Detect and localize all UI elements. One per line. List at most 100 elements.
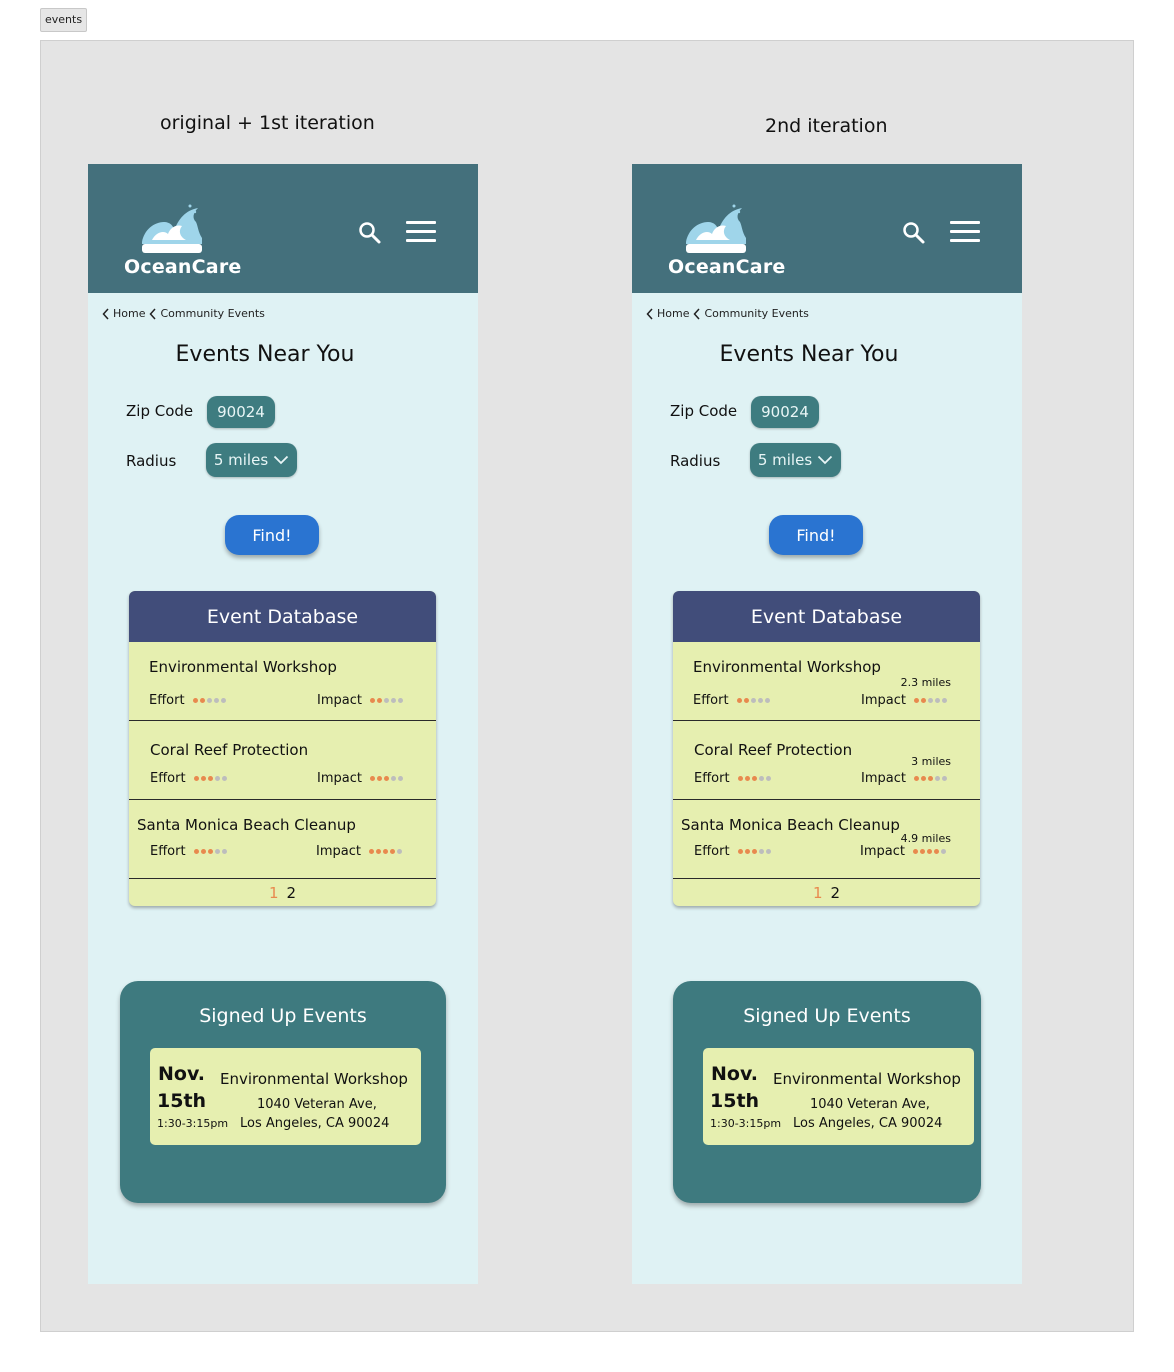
effort-rating: Effort bbox=[693, 693, 772, 708]
rating-dot-empty bbox=[396, 849, 402, 854]
rating-dot-filled bbox=[369, 698, 375, 703]
chevron-left-icon bbox=[693, 307, 701, 320]
rating-dot-filled bbox=[737, 776, 743, 781]
event-row[interactable]: Environmental Workshop 2.3 miles Effort … bbox=[673, 642, 980, 721]
rating-dot-empty bbox=[764, 698, 770, 703]
rating-dot-empty bbox=[927, 698, 933, 703]
event-name: Coral Reef Protection bbox=[694, 741, 853, 759]
hamburger-menu-icon[interactable] bbox=[950, 220, 982, 244]
event-database-title: Event Database bbox=[129, 591, 436, 642]
breadcrumb-home[interactable]: Home bbox=[113, 307, 145, 320]
effort-rating: Effort bbox=[149, 693, 228, 708]
impact-label: Impact bbox=[317, 771, 362, 786]
effort-label: Effort bbox=[693, 693, 729, 708]
column-title: 2nd iteration bbox=[765, 115, 888, 137]
event-name: Environmental Workshop bbox=[149, 658, 337, 676]
breadcrumb-community-events[interactable]: Community Events bbox=[704, 307, 808, 320]
effort-label: Effort bbox=[150, 771, 186, 786]
rating-dot-empty bbox=[390, 776, 396, 781]
signed-event-card[interactable]: Nov. 15th 1:30-3:15pm Environmental Work… bbox=[703, 1048, 974, 1145]
event-name: Environmental Workshop bbox=[220, 1070, 408, 1088]
rating-dot-filled bbox=[207, 776, 213, 781]
hamburger-menu-icon[interactable] bbox=[406, 220, 438, 244]
chevron-left-icon bbox=[646, 307, 653, 320]
impact-dots bbox=[913, 776, 949, 781]
event-name: Santa Monica Beach Cleanup bbox=[681, 816, 900, 834]
rating-dot-empty bbox=[765, 776, 771, 781]
zip-code-input[interactable]: 90024 bbox=[207, 396, 275, 428]
event-address-line1: 1040 Veteran Ave, bbox=[257, 1097, 377, 1112]
impact-label: Impact bbox=[861, 693, 906, 708]
rating-dot-empty bbox=[214, 849, 220, 854]
radius-dropdown[interactable]: 5 miles bbox=[750, 443, 841, 477]
event-time: 1:30-3:15pm bbox=[710, 1117, 782, 1130]
event-database-title: Event Database bbox=[673, 591, 980, 642]
event-row[interactable]: Coral Reef Protection Effort Impact bbox=[129, 721, 436, 800]
effort-label: Effort bbox=[694, 844, 730, 859]
event-address-line2: Los Angeles, CA 90024 bbox=[240, 1116, 390, 1131]
breadcrumb-home[interactable]: Home bbox=[657, 307, 689, 320]
event-row[interactable]: Environmental Workshop Effort Impact bbox=[129, 642, 436, 721]
event-database: Event Database Environmental Workshop 2.… bbox=[673, 591, 980, 906]
page-1-link[interactable]: 1 bbox=[813, 884, 823, 902]
effort-rating: Effort bbox=[150, 771, 229, 786]
impact-dots bbox=[913, 698, 949, 703]
impact-rating: Impact bbox=[316, 844, 404, 859]
find-button[interactable]: Find! bbox=[769, 515, 863, 555]
breadcrumb-community-events[interactable]: Community Events bbox=[160, 307, 264, 320]
search-icon[interactable] bbox=[358, 221, 382, 245]
rating-dot-empty bbox=[397, 698, 403, 703]
rating-dot-filled bbox=[743, 698, 749, 703]
page-2-link[interactable]: 2 bbox=[287, 884, 297, 902]
signed-event-card[interactable]: Nov. 15th 1:30-3:15pm Environmental Work… bbox=[150, 1048, 421, 1145]
impact-rating: Impact bbox=[861, 771, 949, 786]
rating-dot-filled bbox=[751, 776, 757, 781]
signed-up-events-title: Signed Up Events bbox=[743, 1005, 911, 1027]
rating-dot-filled bbox=[376, 776, 382, 781]
impact-rating: Impact bbox=[317, 771, 405, 786]
rating-dot-filled bbox=[368, 849, 374, 854]
rating-dot-empty bbox=[220, 698, 226, 703]
impact-dots bbox=[369, 776, 405, 781]
rating-dot-empty bbox=[934, 776, 940, 781]
rating-dot-empty bbox=[221, 849, 227, 854]
rating-dot-empty bbox=[206, 698, 212, 703]
column-title: original + 1st iteration bbox=[160, 112, 375, 134]
rating-dot-empty bbox=[758, 776, 764, 781]
rating-dot-filled bbox=[919, 849, 925, 854]
radius-dropdown[interactable]: 5 miles bbox=[206, 443, 297, 477]
breadcrumb: Home Community Events bbox=[644, 307, 811, 320]
signed-up-events-panel: Signed Up Events Nov. 15th 1:30-3:15pm E… bbox=[673, 981, 981, 1203]
rating-dot-filled bbox=[192, 698, 198, 703]
rating-dot-filled bbox=[920, 776, 926, 781]
event-row[interactable]: Santa Monica Beach Cleanup Effort Impact bbox=[129, 800, 436, 879]
search-icon[interactable] bbox=[902, 221, 926, 245]
brand-name: OceanCare bbox=[668, 256, 786, 278]
signed-up-events-panel: Signed Up Events Nov. 15th 1:30-3:15pm E… bbox=[120, 981, 446, 1203]
event-name: Coral Reef Protection bbox=[150, 741, 309, 759]
rating-dot-empty bbox=[757, 698, 763, 703]
breadcrumb: Home Community Events bbox=[100, 307, 267, 320]
rating-dot-filled bbox=[737, 849, 743, 854]
radius-value: 5 miles bbox=[213, 451, 269, 469]
rating-dot-filled bbox=[926, 849, 932, 854]
rating-dot-filled bbox=[375, 849, 381, 854]
radius-value: 5 miles bbox=[757, 451, 813, 469]
rating-dot-filled bbox=[200, 776, 206, 781]
rating-dot-empty bbox=[765, 849, 771, 854]
effort-dots bbox=[736, 698, 772, 703]
rating-dot-filled bbox=[736, 698, 742, 703]
rating-dot-filled bbox=[389, 849, 395, 854]
effort-rating: Effort bbox=[694, 844, 773, 859]
rating-dot-filled bbox=[744, 776, 750, 781]
event-name: Environmental Workshop bbox=[773, 1070, 961, 1088]
rating-dot-filled bbox=[199, 698, 205, 703]
rating-dot-filled bbox=[933, 849, 939, 854]
event-row[interactable]: Santa Monica Beach Cleanup 4.9 miles Eff… bbox=[673, 800, 980, 879]
event-row[interactable]: Coral Reef Protection 3 miles Effort Imp… bbox=[673, 721, 980, 800]
page-2-link[interactable]: 2 bbox=[831, 884, 841, 902]
find-button[interactable]: Find! bbox=[225, 515, 319, 555]
event-address-line1: 1040 Veteran Ave, bbox=[810, 1097, 930, 1112]
page-1-link[interactable]: 1 bbox=[269, 884, 279, 902]
zip-code-input[interactable]: 90024 bbox=[751, 396, 819, 428]
